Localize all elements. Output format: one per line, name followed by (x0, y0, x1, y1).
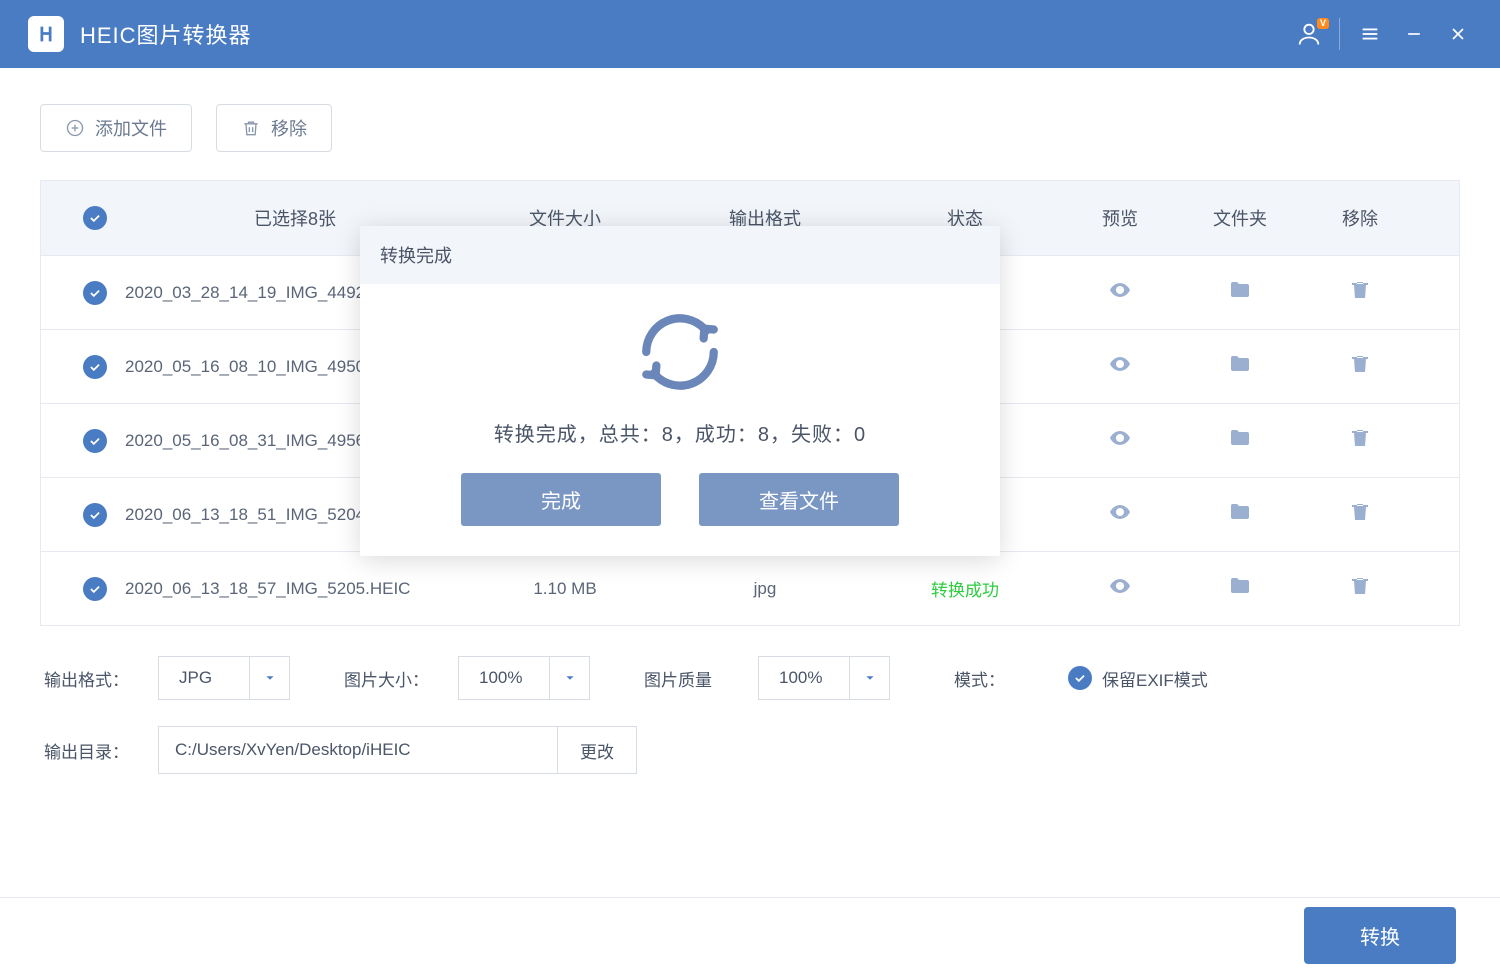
add-files-label: 添加文件 (95, 115, 167, 141)
format-value: JPG (159, 668, 249, 688)
modal-message: 转换完成，总共：8，成功：8，失败：0 (390, 418, 970, 447)
col-header-folder: 文件夹 (1175, 205, 1305, 231)
folder-icon[interactable] (1228, 352, 1252, 376)
row-checkbox[interactable] (83, 577, 107, 601)
row-checkbox[interactable] (83, 355, 107, 379)
close-icon[interactable] (1436, 12, 1480, 56)
delete-icon[interactable] (1348, 574, 1372, 598)
quality-label: 图片质量 (644, 666, 734, 691)
preview-icon[interactable] (1108, 352, 1132, 376)
app-title: HEIC图片转换器 (80, 18, 252, 50)
footer: 转换 (0, 897, 1500, 973)
preview-icon[interactable] (1108, 426, 1132, 450)
folder-icon[interactable] (1228, 500, 1252, 524)
toolbar: 添加文件 移除 (40, 104, 1460, 152)
size-value: 100% (459, 668, 549, 688)
preview-icon[interactable] (1108, 574, 1132, 598)
mode-label: 模式： (954, 666, 1044, 691)
refresh-icon (632, 304, 728, 400)
remove-label: 移除 (271, 115, 307, 141)
format-select[interactable]: JPG (158, 656, 290, 700)
titlebar: HEIC图片转换器 V (0, 0, 1500, 68)
delete-icon[interactable] (1348, 352, 1372, 376)
options-panel: 输出格式： JPG 图片大小： 100% 图片质量 100% 模式： 保留EXI… (40, 626, 1460, 774)
completion-modal: 转换完成 转换完成，总共：8，成功：8，失败：0 完成 查看文件 (360, 226, 1000, 556)
mode-checkbox[interactable]: 保留EXIF模式 (1068, 666, 1208, 691)
delete-icon[interactable] (1348, 278, 1372, 302)
done-button[interactable]: 完成 (461, 473, 661, 526)
size-label: 图片大小： (344, 666, 434, 691)
preview-icon[interactable] (1108, 278, 1132, 302)
convert-button[interactable]: 转换 (1304, 907, 1456, 964)
preview-icon[interactable] (1108, 500, 1132, 524)
select-all-checkbox[interactable] (83, 206, 107, 230)
col-header-preview: 预览 (1065, 205, 1175, 231)
vip-badge: V (1317, 18, 1329, 29)
plus-circle-icon (65, 118, 85, 138)
file-size: 1.10 MB (465, 579, 665, 599)
mode-value: 保留EXIF模式 (1102, 666, 1208, 691)
divider (1339, 18, 1340, 50)
format-label: 输出格式： (44, 666, 134, 691)
chevron-down-icon (249, 657, 289, 699)
col-header-remove: 移除 (1305, 205, 1415, 231)
view-files-button[interactable]: 查看文件 (699, 473, 899, 526)
file-status: 转换成功 (865, 576, 1065, 601)
outdir-label: 输出目录： (44, 738, 134, 763)
file-name: 2020_06_13_18_57_IMG_5205.HEIC (125, 579, 465, 599)
table-row: 2020_06_13_18_57_IMG_5205.HEIC 1.10 MB j… (41, 551, 1459, 625)
modal-title: 转换完成 (360, 226, 1000, 284)
folder-icon[interactable] (1228, 278, 1252, 302)
account-icon[interactable]: V (1287, 12, 1331, 56)
trash-icon (241, 118, 261, 138)
minimize-icon[interactable] (1392, 12, 1436, 56)
row-checkbox[interactable] (83, 429, 107, 453)
row-checkbox[interactable] (83, 281, 107, 305)
row-checkbox[interactable] (83, 503, 107, 527)
menu-icon[interactable] (1348, 12, 1392, 56)
size-select[interactable]: 100% (458, 656, 590, 700)
quality-value: 100% (759, 668, 849, 688)
folder-icon[interactable] (1228, 574, 1252, 598)
add-files-button[interactable]: 添加文件 (40, 104, 192, 152)
delete-icon[interactable] (1348, 500, 1372, 524)
file-format: jpg (665, 579, 865, 599)
chevron-down-icon (549, 657, 589, 699)
chevron-down-icon (849, 657, 889, 699)
remove-button[interactable]: 移除 (216, 104, 332, 152)
quality-select[interactable]: 100% (758, 656, 890, 700)
app-logo (28, 16, 64, 52)
outdir-input[interactable]: C:/Users/XvYen/Desktop/iHEIC (158, 726, 558, 774)
change-dir-button[interactable]: 更改 (558, 726, 637, 774)
delete-icon[interactable] (1348, 426, 1372, 450)
folder-icon[interactable] (1228, 426, 1252, 450)
check-icon (1068, 666, 1092, 690)
